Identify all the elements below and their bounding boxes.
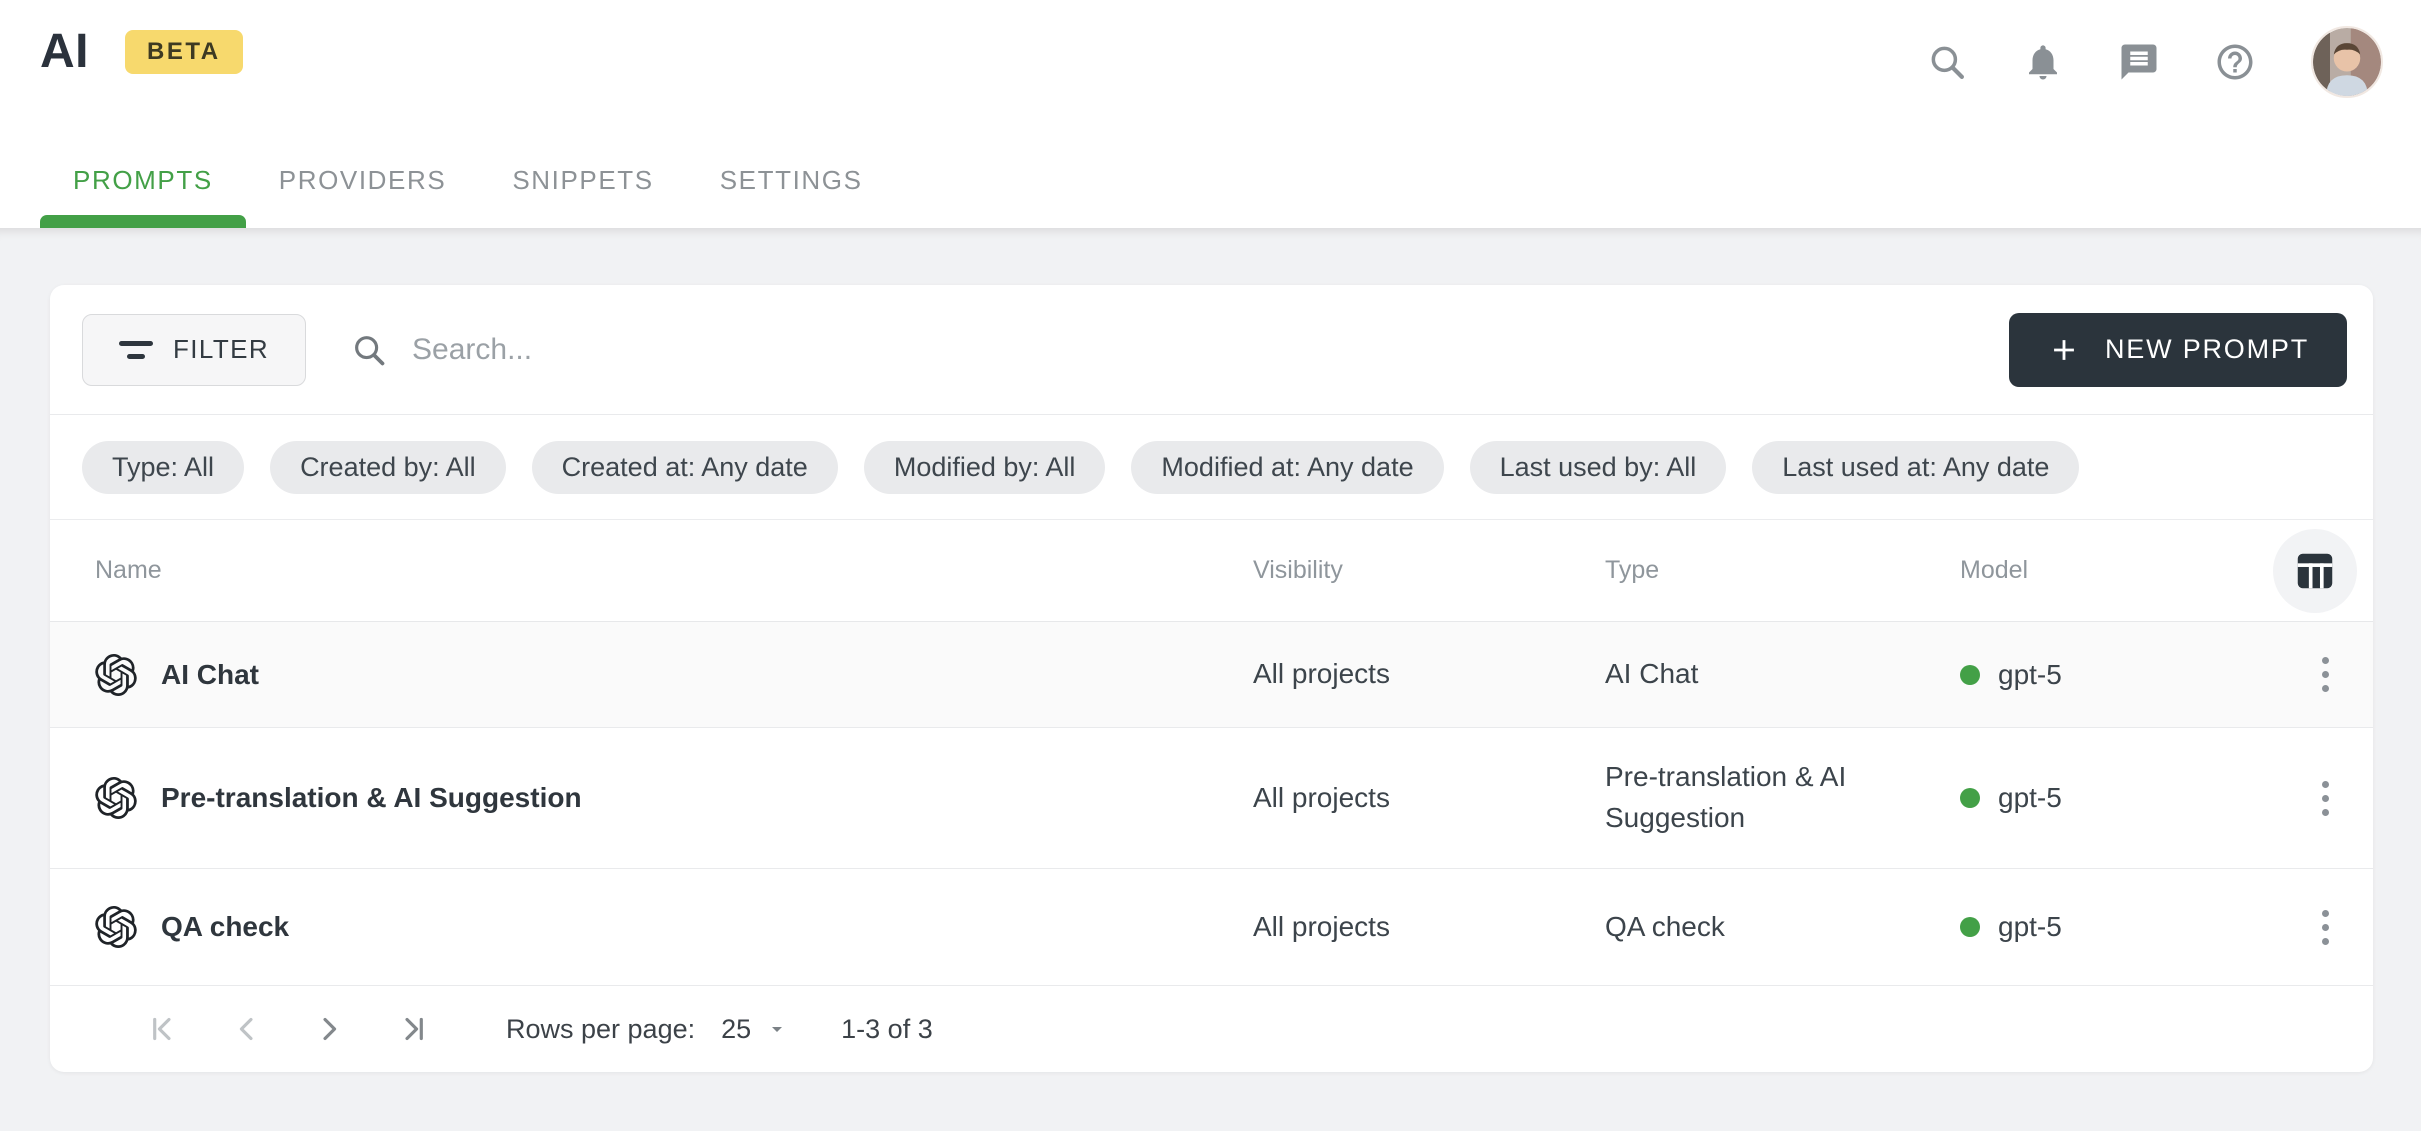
main-tabs: PROMPTS PROVIDERS SNIPPETS SETTINGS [40, 144, 896, 228]
prompt-name: Pre-translation & AI Suggestion [161, 782, 582, 814]
openai-logo-icon [95, 777, 137, 819]
beta-badge: BETA [125, 30, 243, 74]
column-header-model: Model [1960, 556, 2285, 585]
prompt-visibility: All projects [1253, 654, 1605, 695]
kebab-icon [2322, 910, 2329, 917]
chip-type[interactable]: Type: All [82, 441, 244, 494]
row-actions-menu-button[interactable] [2304, 647, 2347, 702]
table-row[interactable]: AI Chat All projects AI Chat gpt-5 [50, 622, 2373, 728]
tab-snippets-label: SNIPPETS [512, 165, 653, 196]
chevron-left-icon [228, 1010, 266, 1048]
prompt-name-cell: AI Chat [95, 654, 1253, 696]
tab-providers[interactable]: PROVIDERS [246, 144, 480, 228]
prompts-card: FILTER NEW PROMPT Type: All Created by: … [50, 285, 2373, 1072]
tab-settings-label: SETTINGS [720, 165, 863, 196]
rows-per-page-value: 25 [721, 1014, 751, 1045]
chevron-down-icon [765, 1017, 789, 1041]
rows-per-page-select[interactable]: 25 [721, 1014, 789, 1045]
search-input[interactable] [412, 333, 1965, 367]
column-header-name: Name [95, 556, 1253, 585]
chip-last-used-at[interactable]: Last used at: Any date [1752, 441, 2079, 494]
kebab-icon [2322, 657, 2329, 664]
help-icon[interactable] [2211, 38, 2259, 86]
prompt-visibility: All projects [1253, 907, 1605, 948]
row-actions-menu-button[interactable] [2304, 771, 2347, 826]
app-logo: AI [40, 24, 89, 79]
pagination-range: 1-3 of 3 [841, 1014, 933, 1045]
user-avatar[interactable] [2311, 26, 2383, 98]
first-page-icon [146, 1010, 184, 1048]
next-page-button[interactable] [306, 1006, 352, 1052]
tab-prompts-label: PROMPTS [73, 165, 213, 196]
chip-created-by[interactable]: Created by: All [270, 441, 506, 494]
filter-button-label: FILTER [173, 334, 269, 365]
tab-settings[interactable]: SETTINGS [687, 144, 896, 228]
new-prompt-button[interactable]: NEW PROMPT [2009, 313, 2347, 387]
filter-chips-row: Type: All Created by: All Created at: An… [50, 415, 2373, 520]
pagination-bar: Rows per page: 25 1-3 of 3 [50, 986, 2373, 1072]
tab-providers-label: PROVIDERS [279, 165, 447, 196]
prompt-name-cell: Pre-translation & AI Suggestion [95, 777, 1253, 819]
kebab-icon [2322, 781, 2329, 788]
prompt-type: AI Chat [1605, 654, 1960, 695]
search-icon[interactable] [1923, 38, 1971, 86]
columns-icon [2292, 548, 2338, 594]
prompt-type: Pre-translation & AI Suggestion [1605, 757, 1960, 838]
openai-logo-icon [95, 906, 137, 948]
prompt-model-cell: gpt-5 [1960, 659, 2285, 691]
column-settings-button[interactable] [2273, 529, 2357, 613]
last-page-button[interactable] [388, 1006, 434, 1052]
openai-logo-icon [95, 654, 137, 696]
prompt-name: QA check [161, 911, 289, 943]
active-tab-indicator [40, 215, 246, 228]
chip-modified-at[interactable]: Modified at: Any date [1131, 441, 1443, 494]
chevron-right-icon [310, 1010, 348, 1048]
tab-snippets[interactable]: SNIPPETS [479, 144, 686, 228]
table-row[interactable]: Pre-translation & AI Suggestion All proj… [50, 728, 2373, 869]
prompt-model: gpt-5 [1998, 782, 2062, 814]
row-actions-menu-button[interactable] [2304, 900, 2347, 955]
prompt-type: QA check [1605, 907, 1960, 948]
search-icon [350, 331, 388, 369]
prompt-visibility: All projects [1253, 778, 1605, 819]
column-header-visibility: Visibility [1253, 556, 1605, 585]
previous-page-button[interactable] [224, 1006, 270, 1052]
header-actions [1923, 26, 2383, 98]
chip-last-used-by[interactable]: Last used by: All [1470, 441, 1727, 494]
table-row[interactable]: QA check All projects QA check gpt-5 [50, 869, 2373, 986]
filter-icon [119, 337, 153, 363]
new-prompt-button-label: NEW PROMPT [2105, 334, 2309, 365]
page-content: FILTER NEW PROMPT Type: All Created by: … [0, 228, 2421, 1131]
chip-modified-by[interactable]: Modified by: All [864, 441, 1106, 494]
model-status-dot [1960, 917, 1980, 937]
prompt-model-cell: gpt-5 [1960, 911, 2285, 943]
pagination-nav [142, 1006, 434, 1052]
prompt-name-cell: QA check [95, 906, 1253, 948]
tab-prompts[interactable]: PROMPTS [40, 144, 246, 228]
notifications-bell-icon[interactable] [2019, 38, 2067, 86]
chat-icon[interactable] [2115, 38, 2163, 86]
prompt-model: gpt-5 [1998, 911, 2062, 943]
search-box [350, 331, 1965, 369]
plus-icon [2047, 333, 2081, 367]
table-header: Name Visibility Type Model [50, 520, 2373, 622]
prompt-model: gpt-5 [1998, 659, 2062, 691]
model-status-dot [1960, 788, 1980, 808]
first-page-button[interactable] [142, 1006, 188, 1052]
column-header-type: Type [1605, 556, 1960, 585]
app-header: AI BETA [0, 0, 2421, 228]
chip-created-at[interactable]: Created at: Any date [532, 441, 838, 494]
brand-row: AI BETA [40, 24, 243, 79]
table-toolbar: FILTER NEW PROMPT [50, 285, 2373, 415]
model-status-dot [1960, 665, 1980, 685]
prompt-name: AI Chat [161, 659, 259, 691]
filter-button[interactable]: FILTER [82, 314, 306, 386]
prompt-model-cell: gpt-5 [1960, 782, 2285, 814]
last-page-icon [392, 1010, 430, 1048]
rows-per-page-label: Rows per page: [506, 1014, 695, 1045]
